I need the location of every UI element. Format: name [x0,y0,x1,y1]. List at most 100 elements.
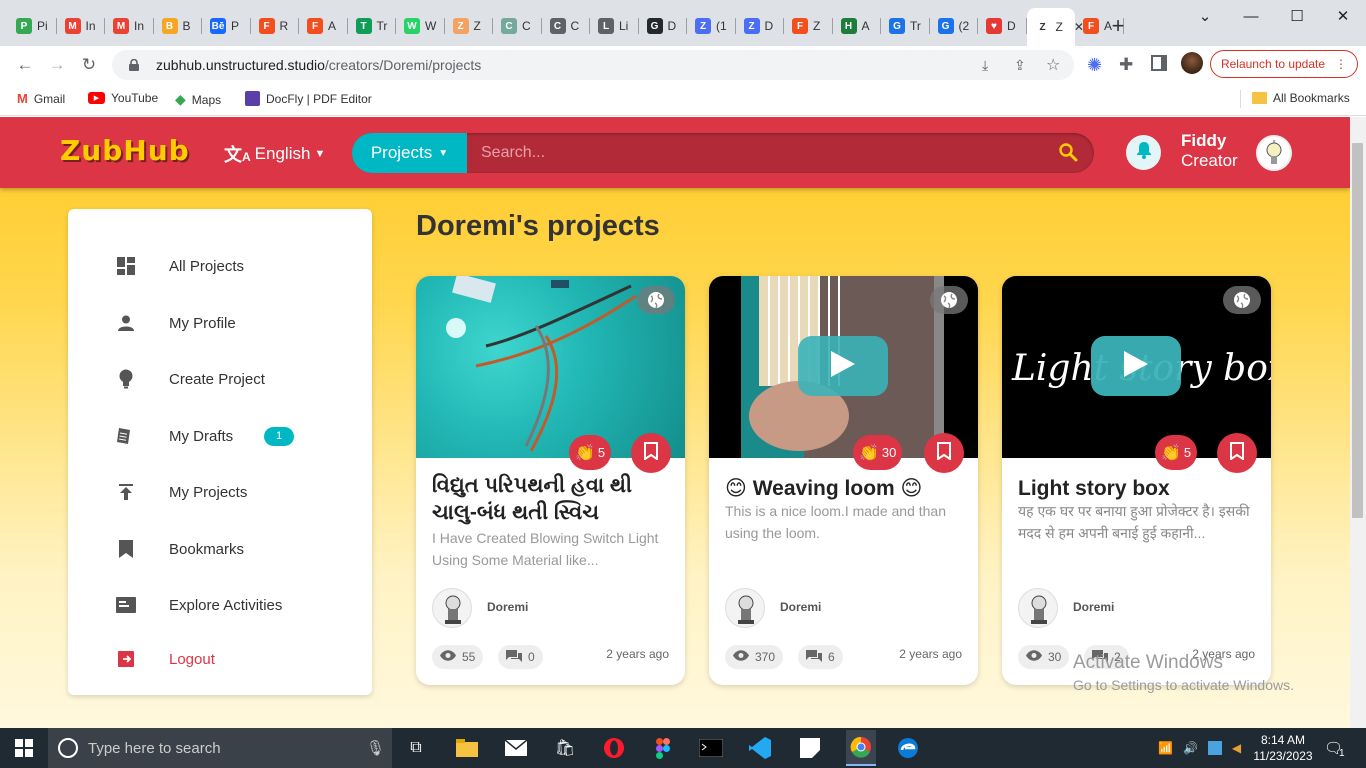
browser-tab[interactable]: P Pi [8,12,57,40]
project-card[interactable]: 👏 30 😊 Weaving loom 😊 This is a nice loom… [709,276,978,685]
project-card[interactable]: Light story box 👏5 Light story box यह एक… [1002,276,1271,685]
bookmark-button[interactable] [1217,433,1257,473]
browser-tab[interactable]: Z Z ✕ [1026,8,1084,46]
store-icon[interactable]: 🛍 [553,736,577,760]
mail-icon[interactable] [504,736,528,760]
extensions-puzzle-icon[interactable]: ✚ [1119,55,1133,75]
relaunch-button[interactable]: Relaunch to update ⋮ [1210,50,1358,78]
language-selector[interactable]: 文A English ▼ [224,141,325,167]
browser-tab[interactable]: BB [154,12,202,40]
figma-icon[interactable] [651,736,675,760]
sticky-notes-icon[interactable] [798,736,822,760]
browser-tab[interactable]: CC [493,12,542,40]
search-category-select[interactable]: Projects ▼ [352,133,467,173]
forward-button[interactable]: → [44,53,70,77]
clock[interactable]: 8:14 AM 11/23/2023 [1252,728,1314,768]
search-input[interactable] [467,133,1047,173]
browser-tab[interactable]: GD [639,12,687,40]
share-icon[interactable]: ⇪ [1014,57,1026,74]
windows-start-icon[interactable] [12,736,36,760]
reload-button[interactable]: ↻ [76,53,102,77]
browser-tab[interactable]: Bē P [202,12,251,40]
file-explorer-icon[interactable] [455,736,479,760]
new-tab-button[interactable]: + [1106,13,1130,38]
chrome-icon[interactable] [846,730,876,766]
browser-tab[interactable]: FR [251,12,299,40]
browser-tab[interactable]: T Tr [348,12,396,40]
maximize-button[interactable]: ☐ [1274,0,1320,32]
browser-tab[interactable]: WW [396,12,445,40]
sidebar-item-my-profile[interactable]: My Profile [68,303,372,343]
sidebar-item-bookmarks[interactable]: Bookmarks [68,529,372,569]
browser-tab[interactable]: M In [105,12,154,40]
bookmark-gmail[interactable]: M Gmail [17,91,65,106]
sidebar-item-my-projects[interactable]: My Projects [68,472,372,512]
project-card[interactable]: 👏 5 વિદ્યુત પરિપથની હવા થી ચાલુ-બંધ થતી સ… [416,276,685,685]
clap-button[interactable]: 👏 5 [1155,435,1198,470]
project-thumbnail[interactable]: Light story box [1002,276,1271,458]
sidebar-item-logout[interactable]: Logout [68,639,372,679]
project-title[interactable]: 😊 Weaving loom 😊 [725,475,965,502]
address-bar[interactable]: zubhub.unstructured.studio/creators/Dore… [112,50,1074,80]
author-avatar[interactable] [1018,588,1058,628]
notification-center[interactable]: 🗨 1 [1324,728,1345,768]
task-view-icon[interactable]: ⧉ [404,736,428,760]
all-bookmarks[interactable]: All Bookmarks [1252,91,1350,105]
user-name[interactable]: Fiddy [1181,131,1226,151]
page-scrollbar-thumb[interactable] [1352,143,1363,518]
edge-icon[interactable] [896,736,920,760]
install-icon[interactable]: ⤓ [982,57,988,74]
bookmark-youtube[interactable]: ▶ YouTube [88,91,158,105]
browser-tab[interactable]: HA [833,12,881,40]
browser-tab[interactable]: L Li [590,12,639,40]
author-name[interactable]: Doremi [487,600,528,614]
play-button[interactable] [798,336,888,396]
author-avatar[interactable] [725,588,765,628]
extension-perplexity-icon[interactable]: ✺ [1087,55,1102,76]
notifications-button[interactable] [1126,135,1161,170]
browser-tab[interactable]: FA [299,12,348,40]
sidebar-item-all-projects[interactable]: All Projects [68,246,372,286]
vscode-icon[interactable] [748,736,772,760]
search-icon[interactable] [1058,142,1078,167]
bookmark-docfly[interactable]: DocFly | PDF Editor [245,91,372,106]
project-title[interactable]: વિદ્યુત પરિપથની હવા થી ચાલુ-બંધ થતી સ્વિ… [432,472,672,526]
browser-tab[interactable]: M In [57,12,105,40]
sidebar-item-my-drafts[interactable]: My Drafts 1 [68,416,372,456]
close-window-button[interactable]: ✕ [1320,0,1366,32]
language-tray-icon[interactable] [1207,741,1222,755]
browser-tab[interactable]: G (2 [930,12,978,40]
browser-tab[interactable]: ZD [736,12,784,40]
profile-avatar[interactable] [1181,52,1203,74]
clap-button[interactable]: 👏 30 [853,435,903,470]
browser-tab[interactable]: ♥ D [978,12,1027,40]
bookmark-maps[interactable]: ◆ Maps [175,91,221,108]
bookmark-button[interactable] [631,433,671,473]
microphone-icon[interactable]: 🎙 [366,739,385,757]
minimize-button[interactable]: — [1228,0,1274,32]
terminal-icon[interactable] [699,736,723,760]
back-button[interactable]: ← [12,53,38,77]
browser-tab[interactable]: ZZ [445,12,493,40]
speaker-muted-icon[interactable]: ◀ [1232,741,1241,755]
project-title[interactable]: Light story box [1018,475,1258,502]
opera-icon[interactable] [602,736,626,760]
zubhub-logo[interactable]: ZubHub [60,134,190,167]
tab-search-icon[interactable]: ⌄ [1182,0,1228,32]
browser-tab[interactable]: CC [542,12,590,40]
author-name[interactable]: Doremi [780,600,821,614]
author-avatar[interactable] [432,588,472,628]
sidebar-item-create-project[interactable]: Create Project [68,359,372,399]
star-icon[interactable]: ☆ [1046,55,1060,75]
browser-tab[interactable]: G Tr [881,12,930,40]
sidebar-item-explore-activities[interactable]: Explore Activities [68,585,372,625]
side-panel-icon[interactable] [1151,55,1167,71]
author-name[interactable]: Doremi [1073,600,1114,614]
taskbar-search-box[interactable]: Type here to search 🎙 [48,728,392,768]
user-avatar[interactable] [1256,135,1292,171]
browser-tab[interactable]: Z (1 [687,12,736,40]
project-thumbnail[interactable] [709,276,978,458]
volume-icon[interactable]: 🔊 [1183,741,1198,755]
play-button[interactable] [1091,336,1181,396]
bookmark-button[interactable] [924,433,964,473]
